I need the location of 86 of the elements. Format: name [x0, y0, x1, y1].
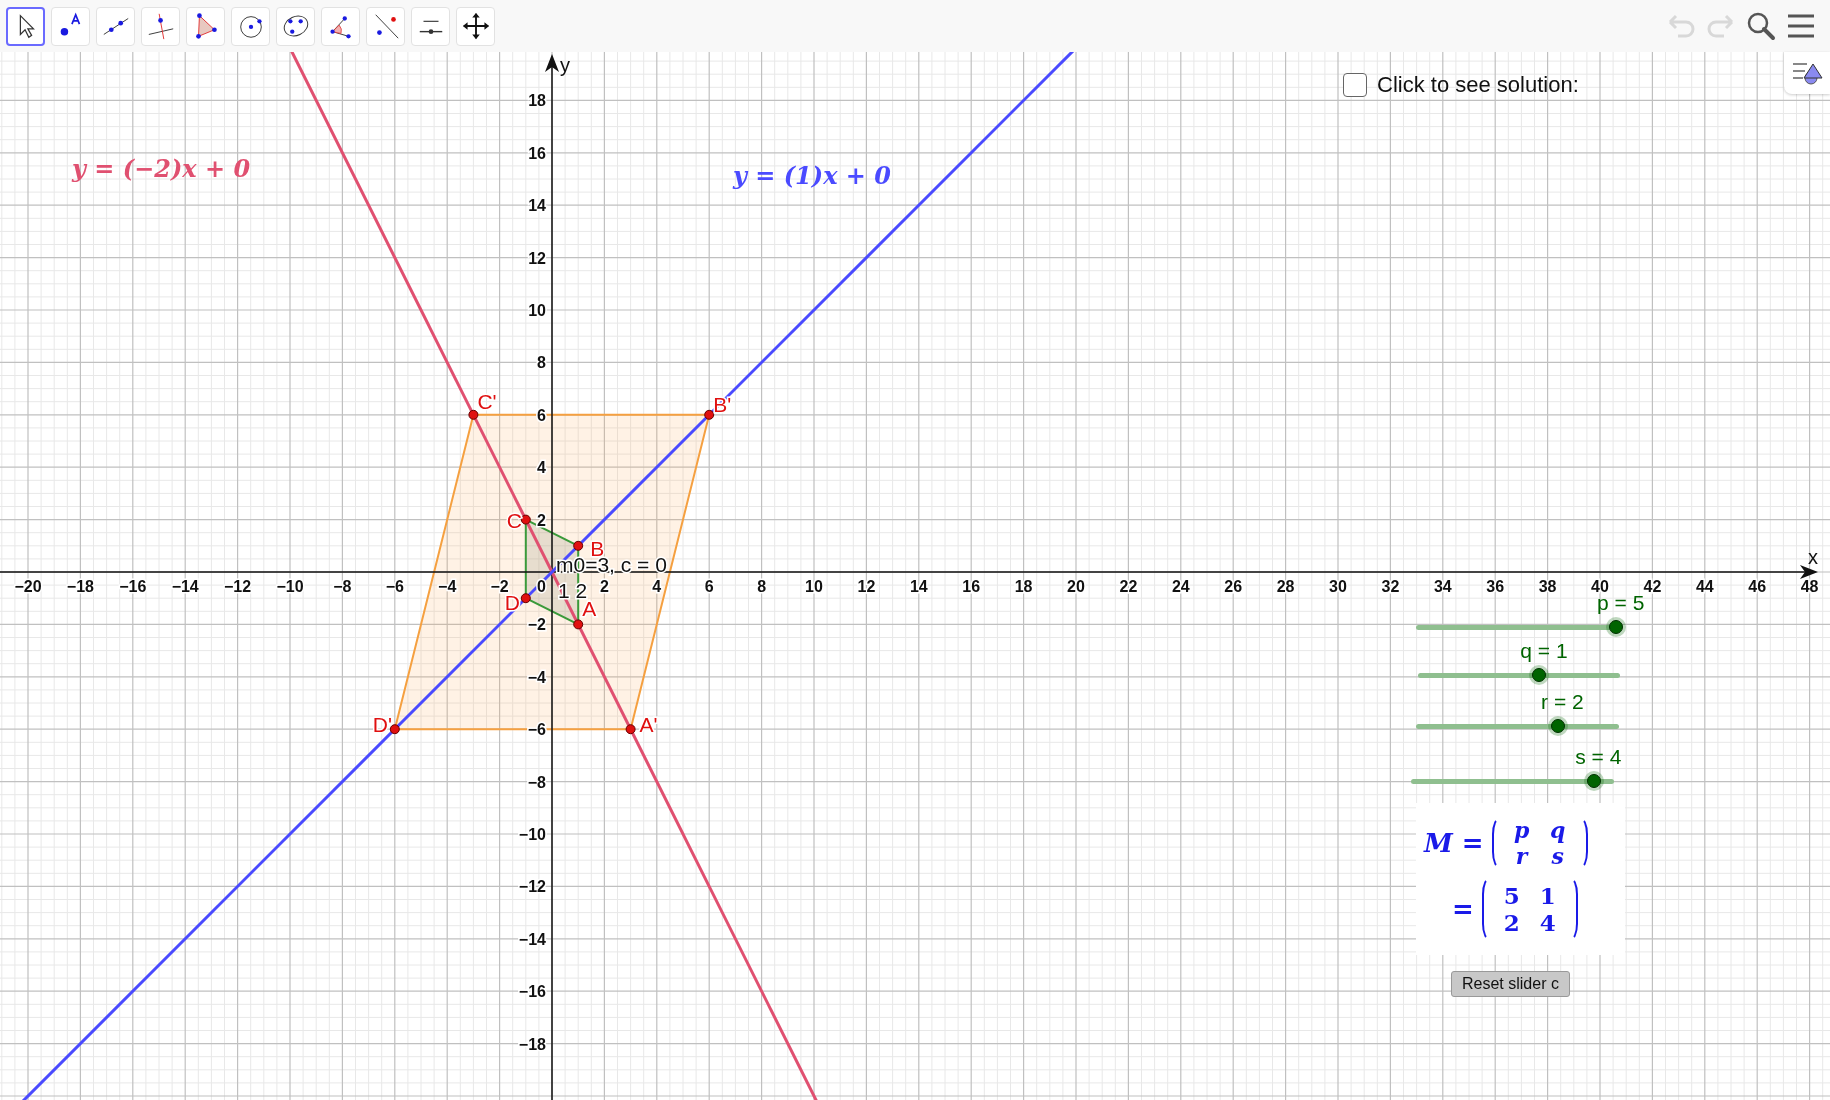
matrix-entry: 4	[1539, 909, 1556, 936]
tick-label: −20	[14, 578, 42, 595]
tick-label: 0	[537, 578, 546, 595]
tick-label: −4	[527, 668, 546, 686]
tick-label: −10	[276, 578, 304, 595]
tick-label: 24	[1171, 578, 1190, 595]
matrix-entry: s	[1551, 843, 1564, 869]
tick-label: −14	[518, 930, 546, 948]
tick-label: 38	[1538, 578, 1557, 595]
tick-label: 10	[528, 302, 546, 319]
axis-label: y	[560, 54, 570, 76]
tick-label: 16	[962, 578, 981, 595]
tick-label: −16	[119, 578, 147, 595]
line-equation: y = (1)x + 0	[733, 161, 891, 190]
tick-label: 28	[1276, 578, 1295, 595]
tick-label: 4	[537, 459, 546, 477]
tick-label: 22	[1119, 578, 1138, 595]
tick-label: −14	[171, 578, 199, 595]
tick-label: 18	[528, 92, 546, 110]
point-label: A'	[639, 713, 658, 737]
search-icon[interactable]	[1746, 11, 1776, 41]
tick-label: 4	[652, 578, 662, 595]
point[interactable]	[573, 540, 584, 551]
tick-label: 30	[1329, 578, 1347, 595]
matrix-entry: 5	[1503, 882, 1520, 909]
tick-label: 8	[537, 354, 546, 372]
tick-label: −10	[518, 826, 546, 843]
point[interactable]	[468, 409, 479, 420]
tick-label: 36	[1486, 578, 1505, 595]
style-bar-icon[interactable]	[1791, 60, 1823, 86]
tick-label: −18	[66, 578, 94, 595]
tick-label: 2	[599, 578, 609, 595]
point[interactable]	[573, 619, 584, 630]
point-label: C	[506, 508, 522, 532]
tick-label: 44	[1695, 578, 1714, 595]
reset-button[interactable]: Reset slider c	[1451, 971, 1570, 997]
tick-label: 6	[704, 578, 714, 595]
style-bar-toggle[interactable]	[1784, 52, 1830, 94]
tick-label: 34	[1433, 578, 1452, 595]
tick-label: 26	[1224, 578, 1243, 595]
tick-label: 10	[805, 578, 823, 595]
tick-label: 8	[757, 578, 767, 595]
point-label: C'	[477, 389, 497, 413]
matrix-entry: 1	[1539, 882, 1556, 909]
point[interactable]	[625, 724, 636, 735]
tick-label: 42	[1643, 578, 1662, 595]
tick-label: 16	[528, 144, 546, 162]
tick-label: −8	[527, 773, 546, 791]
tool-button[interactable]	[6, 6, 45, 46]
matrix-entry: p	[1513, 817, 1530, 843]
point[interactable]	[389, 724, 400, 735]
tick-label: −8	[333, 578, 352, 595]
matrix-lhs: =	[1452, 894, 1474, 924]
menu-icon[interactable]	[1786, 13, 1816, 39]
tick-label: 32	[1381, 578, 1400, 595]
tick-label: 2	[537, 511, 546, 529]
axis-label: x	[1808, 546, 1818, 568]
point[interactable]	[704, 409, 715, 420]
tick-label: 46	[1748, 578, 1767, 595]
matrix-entry: 2	[1503, 909, 1520, 936]
tick-label: −12	[224, 578, 252, 595]
line-equation: y = (−2)x + 0	[72, 154, 251, 183]
tick-label: 12	[857, 578, 876, 595]
solution-checkbox[interactable]: Click to see solution:	[1343, 72, 1579, 98]
matrix-entry: r	[1515, 843, 1528, 869]
tick-label: 18	[1014, 578, 1033, 595]
tick-label: −2	[527, 616, 546, 634]
slider-label: s = 4	[1575, 745, 1622, 769]
tick-label: −12	[518, 878, 546, 896]
tick-label: −16	[518, 983, 546, 1001]
point-label: A	[582, 597, 597, 621]
matrix-lhs: M =	[1424, 828, 1484, 858]
tick-label: −6	[385, 578, 404, 595]
tick-label: 14	[909, 578, 928, 595]
slider-label: q = 1	[1520, 639, 1568, 663]
point[interactable]	[520, 514, 531, 525]
slider-label: r = 2	[1541, 690, 1584, 714]
tick-label: −18	[518, 1035, 546, 1053]
point[interactable]	[520, 593, 531, 604]
tick-label: 20	[1067, 578, 1085, 595]
tick-label: 14	[528, 197, 546, 215]
tick-label: 12	[528, 249, 546, 267]
point-label: D'	[372, 713, 392, 737]
tick-label: −4	[438, 578, 457, 595]
matrix-entry: q	[1549, 817, 1566, 843]
tick-label: 48	[1800, 578, 1819, 595]
